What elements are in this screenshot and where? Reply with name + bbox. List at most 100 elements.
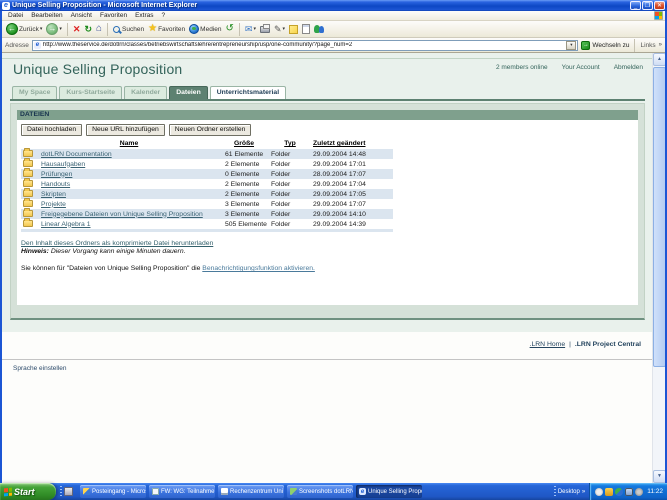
- tray-display-icon[interactable]: [625, 487, 634, 496]
- lrn-project-central-link[interactable]: .LRN Project Central: [575, 341, 641, 348]
- folder-modified: 29.09.2004 14:39: [313, 220, 366, 228]
- maximize-button[interactable]: ❐: [642, 1, 653, 10]
- media-globe-icon: [189, 24, 200, 34]
- edit-button[interactable]: ✎ ▾: [273, 24, 286, 34]
- quick-launch-icon[interactable]: [64, 487, 73, 496]
- address-dropdown-button[interactable]: ▾: [566, 40, 577, 50]
- folder-link[interactable]: Hausaufgaben: [41, 161, 85, 168]
- column-header-size[interactable]: Größe: [219, 139, 269, 149]
- desktop-toolbar[interactable]: Desktop »: [553, 486, 589, 497]
- tab-kurs-startseite[interactable]: Kurs-Startseite: [59, 86, 123, 99]
- refresh-button[interactable]: ↻: [83, 24, 93, 34]
- taskbar-button-posteingang[interactable]: Posteingang - Micros...: [80, 485, 146, 498]
- folder-link[interactable]: Linear Algebra 1: [41, 221, 91, 228]
- taskbar-button-unique-selling[interactable]: e Unique Selling Proposi...: [356, 485, 422, 498]
- folder-link[interactable]: Projekte: [41, 201, 66, 208]
- create-folder-button[interactable]: Neuen Ordner erstellen: [168, 124, 252, 136]
- stop-button[interactable]: ✕: [72, 23, 82, 34]
- messenger-button[interactable]: [313, 24, 325, 34]
- set-language-link[interactable]: Sprache einstellen: [13, 365, 66, 372]
- folder-size: 61 Elemente: [225, 150, 264, 158]
- discuss-note-icon: [289, 24, 299, 34]
- windows-logo-icon: [654, 11, 663, 20]
- download-zip-link[interactable]: Den Inhalt dieses Ordners als komprimier…: [21, 240, 213, 247]
- home-icon: ⌂: [96, 23, 103, 34]
- tab-my-space[interactable]: My Space: [12, 86, 58, 99]
- lrn-home-link[interactable]: .LRN Home: [530, 341, 566, 348]
- address-url: http://www.theservice.de/dotlrn/classes/…: [42, 42, 353, 48]
- taskbar-button-label: Screenshots dotLRN...: [299, 488, 353, 495]
- notify-prefix-text: Sie können für "Dateien von Unique Selli…: [21, 265, 201, 272]
- taskbar-button-rechenzentrum[interactable]: Rechenzentrum Uni K...: [218, 485, 284, 498]
- tray-volume-icon[interactable]: [635, 487, 644, 496]
- taskbar-button-label: FW: WG: Teilnahme v...: [161, 488, 215, 495]
- discuss-button[interactable]: [288, 24, 299, 34]
- table-row: Hausaufgaben 2 Elemente Folder 29.09.200…: [21, 158, 393, 169]
- scroll-up-button[interactable]: ▲: [653, 53, 665, 66]
- stop-icon: ✕: [72, 23, 81, 34]
- menu-ansicht[interactable]: Ansicht: [67, 12, 96, 19]
- media-button[interactable]: Medien: [188, 24, 222, 34]
- tray-messenger-icon[interactable]: [615, 487, 624, 496]
- logout-link[interactable]: Abmelden: [614, 64, 643, 71]
- folder-link[interactable]: Freigegebene Dateien von Unique Selling …: [41, 211, 203, 218]
- portlet-title: DATEIEN: [17, 110, 638, 120]
- tray-clock-app-icon[interactable]: [595, 487, 604, 496]
- add-url-button[interactable]: Neue URL hinzufügen: [86, 124, 165, 136]
- lrn-footer-links: .LRN Home | .LRN Project Central: [530, 341, 641, 348]
- tab-kalender[interactable]: Kalender: [124, 86, 168, 99]
- toolbar-grip[interactable]: [553, 486, 556, 497]
- menu-favoriten[interactable]: Favoriten: [96, 12, 131, 19]
- home-button[interactable]: ⌂: [95, 24, 103, 34]
- folder-modified: 28.09.2004 17:07: [313, 170, 366, 178]
- taskbar-button-screenshots[interactable]: Screenshots dotLRN...: [287, 485, 353, 498]
- folder-link[interactable]: dotLRN Documentation: [41, 151, 112, 158]
- forward-caret-icon: ▾: [59, 26, 62, 32]
- go-button[interactable]: → Wechseln zu: [581, 40, 630, 50]
- upload-file-button[interactable]: Datei hochladen: [21, 124, 83, 136]
- start-button[interactable]: Start: [0, 483, 56, 500]
- scrollbar-thumb[interactable]: [653, 67, 665, 367]
- menu-bearbeiten[interactable]: Bearbeiten: [27, 12, 66, 19]
- note-label: Hinweis:: [21, 248, 49, 255]
- tray-update-icon[interactable]: [605, 487, 614, 496]
- print-button[interactable]: [259, 23, 271, 33]
- toolbar-grip[interactable]: [60, 486, 62, 497]
- column-header-modified[interactable]: Zuletzt geändert: [311, 139, 393, 149]
- forward-button[interactable]: → ▾: [45, 23, 63, 35]
- toolbar-separator: [66, 22, 68, 36]
- address-input[interactable]: e http://www.theservice.de/dotlrn/classe…: [31, 39, 579, 51]
- tab-unterrichtsmaterial[interactable]: Unterrichtsmaterial: [209, 86, 287, 99]
- go-label: Wechseln zu: [592, 41, 630, 49]
- close-button[interactable]: ✕: [654, 1, 665, 10]
- folder-icon: [23, 168, 33, 178]
- menu-hilfe[interactable]: ?: [158, 12, 170, 19]
- favorites-button[interactable]: ★ Favoriten: [147, 24, 186, 34]
- mail-button[interactable]: ✉ ▾: [244, 24, 257, 34]
- links-label[interactable]: Links: [640, 42, 655, 49]
- scroll-down-button[interactable]: ▼: [653, 470, 665, 483]
- minimize-button[interactable]: _: [630, 1, 641, 10]
- links-chevron-icon[interactable]: »: [659, 42, 662, 48]
- search-button[interactable]: Suchen: [112, 25, 145, 33]
- folder-size: 3 Elemente: [225, 210, 260, 218]
- folder-icon: [23, 158, 33, 168]
- download-section: Den Inhalt dieses Ordners als komprimier…: [21, 240, 634, 272]
- column-header-name[interactable]: Name: [39, 139, 219, 149]
- folder-size: 0 Elemente: [225, 170, 260, 178]
- desktop-chevron-icon[interactable]: »: [582, 489, 585, 495]
- notification-activate-link[interactable]: Benachrichtigungsfunktion aktivieren.: [202, 265, 315, 272]
- menu-datei[interactable]: Datei: [4, 12, 27, 19]
- your-account-link[interactable]: Your Account: [562, 64, 600, 71]
- history-button[interactable]: ↺: [225, 24, 235, 34]
- folder-link[interactable]: Skripten: [41, 191, 66, 198]
- vertical-scrollbar[interactable]: ▲ ▼: [652, 53, 665, 483]
- folder-link[interactable]: Handouts: [41, 181, 70, 188]
- tab-dateien[interactable]: Dateien: [169, 86, 208, 99]
- folder-link[interactable]: Prüfungen: [41, 171, 72, 178]
- column-header-type[interactable]: Typ: [269, 139, 311, 149]
- menu-extras[interactable]: Extras: [131, 12, 157, 19]
- taskbar-button-mail-message[interactable]: FW: WG: Teilnahme v...: [149, 485, 215, 498]
- research-button[interactable]: [301, 24, 311, 34]
- back-button[interactable]: ← Zurück ▾: [5, 23, 43, 35]
